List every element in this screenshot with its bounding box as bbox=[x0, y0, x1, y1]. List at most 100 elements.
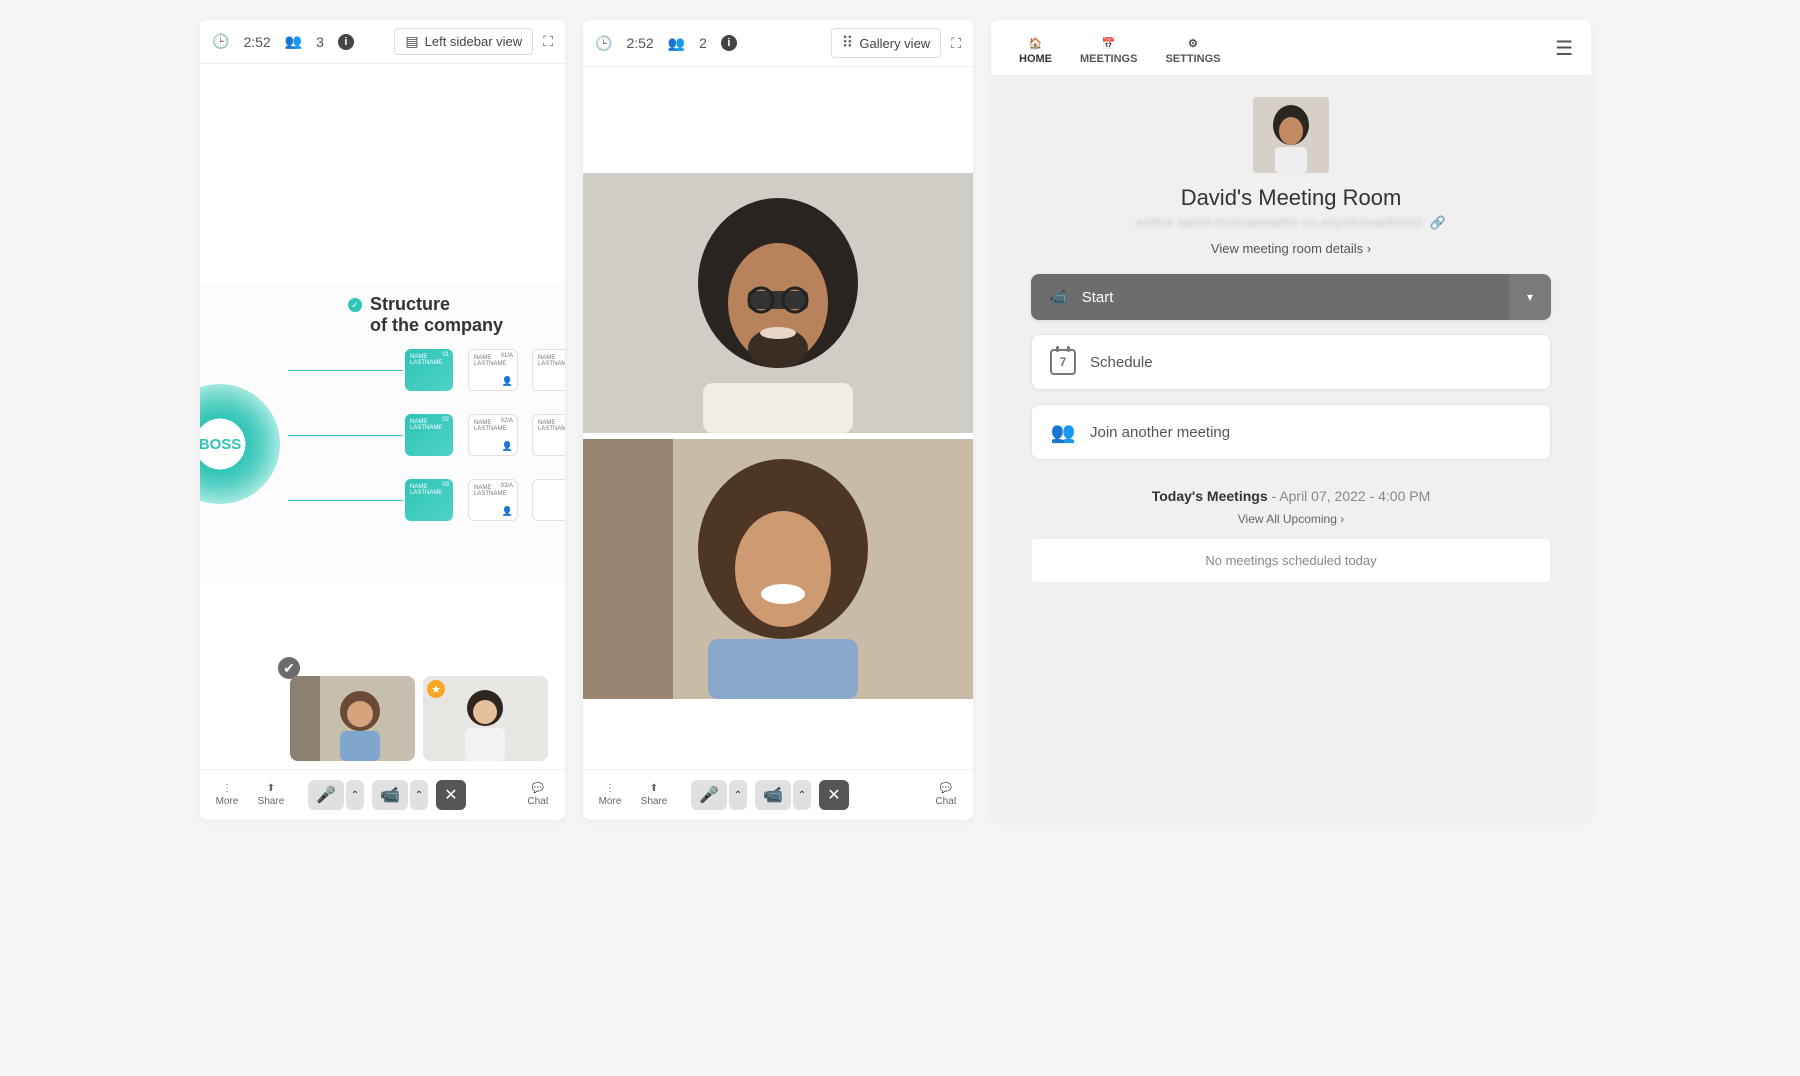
middle-topbar: 2:52 2 Gallery view bbox=[583, 20, 973, 67]
mic-dropdown-icon[interactable]: ⌃ bbox=[729, 780, 747, 810]
node-green-2: NAMELASTNAME 02 bbox=[405, 414, 453, 456]
node-white-2b: NAMELASTNAME 02/A 👤 bbox=[532, 414, 565, 456]
leave-call-button[interactable]: ✕ bbox=[819, 780, 849, 810]
room-url-row: anthro admin.firstnameathis co.anynthosa… bbox=[1136, 215, 1446, 231]
left-time: 2:52 bbox=[243, 34, 270, 50]
right-panel: 🏠 HOME 📅 MEETINGS ⚙ SETTINGS ☰ bbox=[991, 20, 1591, 820]
left-panel: 2:52 3 Left sidebar view Structure of th… bbox=[200, 20, 565, 820]
node-green-1: NAMELASTNAME 01 bbox=[405, 349, 453, 391]
room-url: anthro admin.firstnameathis co.anynthosa… bbox=[1136, 217, 1423, 229]
mic-control[interactable]: 🎤 ⌃ bbox=[691, 780, 747, 810]
video-tile-1[interactable] bbox=[583, 173, 973, 433]
more-button[interactable]: ⋮ More bbox=[591, 783, 629, 807]
left-topbar: 2:52 3 Left sidebar view bbox=[200, 20, 565, 64]
gear-icon: ⚙ bbox=[1188, 37, 1198, 50]
boss-circle: BOSS bbox=[200, 384, 280, 504]
middle-panel: 2:52 2 Gallery view bbox=[583, 20, 973, 820]
clock-icon bbox=[212, 33, 229, 50]
tab-meetings[interactable]: 📅 MEETINGS bbox=[1066, 33, 1151, 75]
middle-time: 2:52 bbox=[626, 35, 653, 51]
avatar bbox=[1253, 97, 1329, 173]
more-icon: ⋮ bbox=[605, 783, 615, 794]
share-icon: ⬆ bbox=[267, 783, 275, 794]
chat-icon: 💬 bbox=[940, 783, 952, 794]
fullscreen-icon[interactable] bbox=[543, 33, 553, 50]
left-content: Structure of the company BOSS NAMELASTNA… bbox=[200, 64, 565, 769]
middle-participants: 2 bbox=[699, 35, 707, 51]
more-icon: ⋮ bbox=[222, 783, 232, 794]
leave-call-button[interactable]: ✕ bbox=[436, 780, 466, 810]
video-tile-2[interactable] bbox=[583, 439, 973, 699]
right-header: 🏠 HOME 📅 MEETINGS ⚙ SETTINGS ☰ bbox=[991, 20, 1591, 75]
chat-button[interactable]: 💬 Chat bbox=[519, 783, 557, 807]
people-group-icon: 👥 bbox=[1050, 419, 1076, 445]
middle-content bbox=[583, 67, 973, 769]
people-icon bbox=[285, 33, 302, 50]
node-white-1a: NAMELASTNAME 01/A 👤 bbox=[468, 349, 518, 391]
room-title: David's Meeting Room bbox=[1181, 185, 1402, 211]
schedule-button[interactable]: 7 Schedule bbox=[1031, 334, 1551, 390]
sidebar-view-icon bbox=[405, 33, 418, 50]
tab-settings[interactable]: ⚙ SETTINGS bbox=[1151, 33, 1234, 75]
node-white-3a: NAMELASTNAME 03/A 👤 bbox=[468, 479, 518, 521]
tab-home[interactable]: 🏠 HOME bbox=[1005, 33, 1066, 75]
boss-label: BOSS bbox=[200, 436, 241, 453]
camera-dropdown-icon[interactable]: ⌃ bbox=[793, 780, 811, 810]
hamburger-menu[interactable]: ☰ bbox=[1551, 30, 1577, 75]
middle-bottombar: ⋮ More ⬆ Share 🎤 ⌃ 📹 ⌃ ✕ 💬 Chat bbox=[583, 769, 973, 820]
mic-dropdown-icon[interactable]: ⌃ bbox=[346, 780, 364, 810]
share-button[interactable]: ⬆ Share bbox=[635, 783, 673, 807]
calendar-icon: 📅 bbox=[1102, 37, 1116, 50]
todays-meetings-header: Today's Meetings - April 07, 2022 - 4:00… bbox=[1152, 488, 1431, 504]
action-row: 📹 Start ▾ 7 Schedule 👥 Join another meet… bbox=[1031, 274, 1551, 460]
node-white-3b: 03/ bbox=[532, 479, 565, 521]
node-white-2a: NAMELASTNAME 02/A 👤 bbox=[468, 414, 518, 456]
left-view-label: Left sidebar view bbox=[425, 34, 523, 49]
copy-link-icon[interactable]: 🔗 bbox=[1430, 215, 1446, 231]
mic-icon[interactable]: 🎤 bbox=[691, 780, 727, 810]
video-camera-icon: 📹 bbox=[1049, 288, 1068, 306]
check-bullet-icon bbox=[348, 298, 362, 312]
view-meeting-room-details[interactable]: View meeting room details bbox=[1211, 241, 1371, 256]
org-title: Structure of the company bbox=[370, 294, 503, 336]
chat-button[interactable]: 💬 Chat bbox=[927, 783, 965, 807]
left-bottombar: ⋮ More ⬆ Share 🎤 ⌃ 📹 ⌃ ✕ 💬 Chat bbox=[200, 769, 565, 820]
info-icon[interactable] bbox=[721, 35, 737, 51]
home-icon: 🏠 bbox=[1029, 37, 1043, 50]
camera-control[interactable]: 📹 ⌃ bbox=[755, 780, 811, 810]
camera-control[interactable]: 📹 ⌃ bbox=[372, 780, 428, 810]
fullscreen-icon[interactable] bbox=[951, 35, 961, 52]
org-chart: Structure of the company BOSS NAMELASTNA… bbox=[200, 284, 565, 584]
more-button[interactable]: ⋮ More bbox=[208, 783, 246, 807]
share-icon: ⬆ bbox=[650, 783, 658, 794]
clock-icon bbox=[595, 35, 612, 52]
start-dropdown[interactable]: ▾ bbox=[1509, 274, 1551, 320]
people-icon bbox=[668, 35, 685, 52]
gallery-view-label: Gallery view bbox=[859, 36, 930, 51]
grid-icon bbox=[842, 33, 854, 53]
node-green-3: NAMELASTNAME 03 bbox=[405, 479, 453, 521]
right-body: David's Meeting Room anthro admin.firstn… bbox=[991, 75, 1591, 820]
left-sidebar-view-button[interactable]: Left sidebar view bbox=[394, 28, 533, 55]
chat-icon: 💬 bbox=[532, 783, 544, 794]
join-button[interactable]: 👥 Join another meeting bbox=[1031, 404, 1551, 460]
camera-icon[interactable]: 📹 bbox=[755, 780, 791, 810]
mic-icon[interactable]: 🎤 bbox=[308, 780, 344, 810]
share-button[interactable]: ⬆ Share bbox=[252, 783, 290, 807]
gallery-view-button[interactable]: Gallery view bbox=[831, 28, 942, 58]
camera-dropdown-icon[interactable]: ⌃ bbox=[410, 780, 428, 810]
no-meetings-message: No meetings scheduled today bbox=[1031, 538, 1551, 583]
calendar-7-icon: 7 bbox=[1050, 349, 1076, 375]
start-button-group: 📹 Start ▾ bbox=[1031, 274, 1551, 320]
info-icon[interactable] bbox=[338, 34, 354, 50]
view-all-upcoming[interactable]: View All Upcoming bbox=[1238, 512, 1345, 526]
thumbnail-person-2[interactable] bbox=[423, 676, 548, 761]
thumbnail-person-1[interactable] bbox=[290, 676, 415, 761]
start-button[interactable]: 📹 Start bbox=[1031, 274, 1509, 320]
camera-icon[interactable]: 📹 bbox=[372, 780, 408, 810]
node-white-1b: NAMELASTNAME 01/A bbox=[532, 349, 565, 391]
thumbnail-row bbox=[290, 676, 548, 761]
mic-control[interactable]: 🎤 ⌃ bbox=[308, 780, 364, 810]
star-badge-icon bbox=[427, 680, 445, 698]
left-participants: 3 bbox=[316, 34, 324, 50]
